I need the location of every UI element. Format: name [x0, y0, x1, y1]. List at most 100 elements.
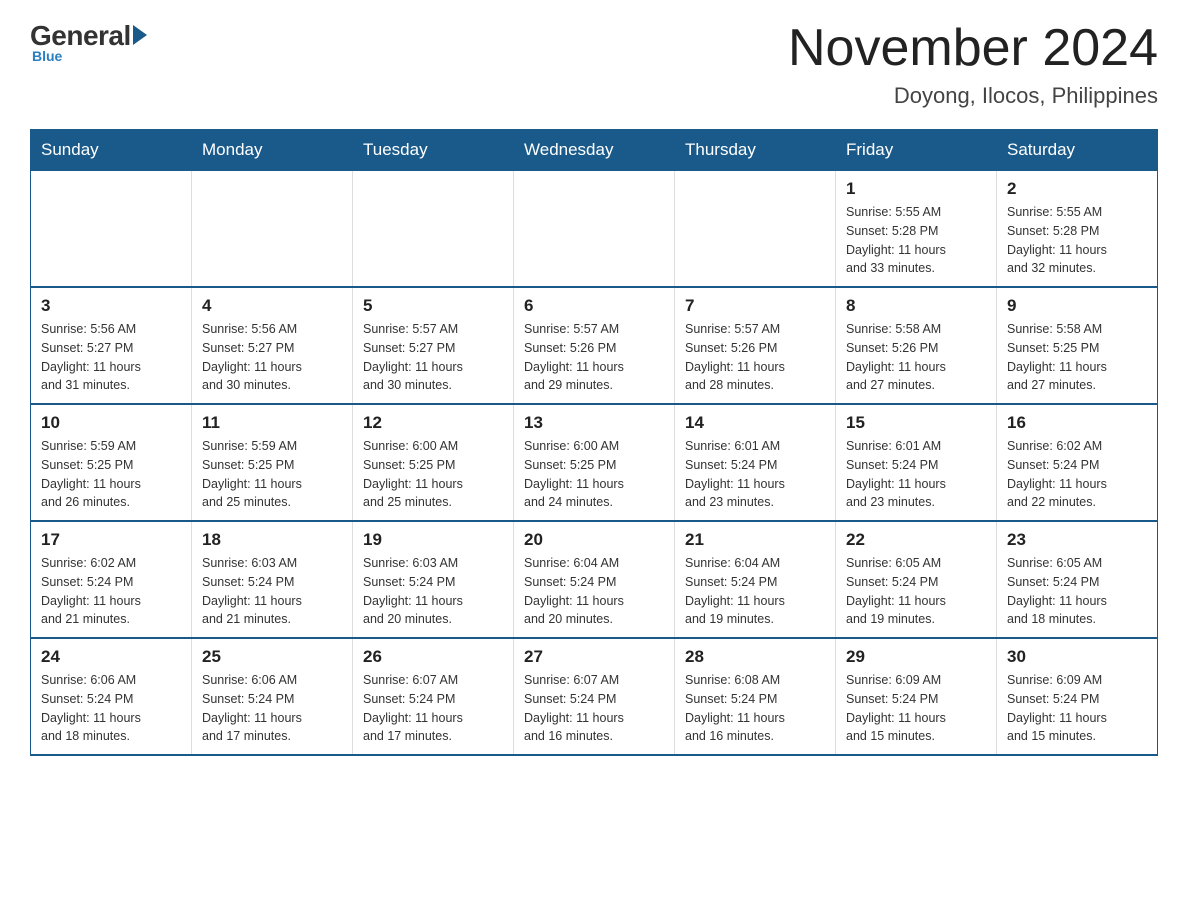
calendar-cell: 23 Sunrise: 6:05 AMSunset: 5:24 PMDayligh…	[997, 521, 1158, 638]
day-info: Sunrise: 5:57 AMSunset: 5:26 PMDaylight:…	[524, 320, 664, 395]
calendar-cell: 26 Sunrise: 6:07 AMSunset: 5:24 PMDayligh…	[353, 638, 514, 755]
calendar-week-row: 10 Sunrise: 5:59 AMSunset: 5:25 PMDayligh…	[31, 404, 1158, 521]
day-info: Sunrise: 5:56 AMSunset: 5:27 PMDaylight:…	[202, 320, 342, 395]
calendar-cell: 6 Sunrise: 5:57 AMSunset: 5:26 PMDaylight…	[514, 287, 675, 404]
weekday-header-monday: Monday	[192, 130, 353, 171]
day-number: 26	[363, 647, 503, 667]
calendar-week-row: 24 Sunrise: 6:06 AMSunset: 5:24 PMDayligh…	[31, 638, 1158, 755]
logo: General Blue	[30, 20, 147, 64]
day-number: 27	[524, 647, 664, 667]
calendar-cell: 3 Sunrise: 5:56 AMSunset: 5:27 PMDaylight…	[31, 287, 192, 404]
day-number: 3	[41, 296, 181, 316]
day-info: Sunrise: 6:04 AMSunset: 5:24 PMDaylight:…	[524, 554, 664, 629]
calendar-cell: 18 Sunrise: 6:03 AMSunset: 5:24 PMDayligh…	[192, 521, 353, 638]
weekday-header-friday: Friday	[836, 130, 997, 171]
day-info: Sunrise: 6:05 AMSunset: 5:24 PMDaylight:…	[846, 554, 986, 629]
calendar-cell: 21 Sunrise: 6:04 AMSunset: 5:24 PMDayligh…	[675, 521, 836, 638]
calendar-cell: 13Sunrise: 6:00 AMSunset: 5:25 PMDayligh…	[514, 404, 675, 521]
day-number: 28	[685, 647, 825, 667]
calendar-cell	[31, 171, 192, 288]
day-info: Sunrise: 6:04 AMSunset: 5:24 PMDaylight:…	[685, 554, 825, 629]
logo-blue-text: Blue	[32, 48, 62, 64]
day-number: 23	[1007, 530, 1147, 550]
day-number: 25	[202, 647, 342, 667]
calendar-cell: 1 Sunrise: 5:55 AMSunset: 5:28 PMDaylight…	[836, 171, 997, 288]
calendar-cell: 28Sunrise: 6:08 AMSunset: 5:24 PMDayligh…	[675, 638, 836, 755]
calendar-cell	[192, 171, 353, 288]
title-section: November 2024 Doyong, Ilocos, Philippine…	[788, 20, 1158, 109]
day-number: 22	[846, 530, 986, 550]
day-info: Sunrise: 6:02 AMSunset: 5:24 PMDaylight:…	[41, 554, 181, 629]
day-number: 21	[685, 530, 825, 550]
weekday-header-thursday: Thursday	[675, 130, 836, 171]
calendar-cell: 4 Sunrise: 5:56 AMSunset: 5:27 PMDaylight…	[192, 287, 353, 404]
day-info: Sunrise: 6:05 AMSunset: 5:24 PMDaylight:…	[1007, 554, 1147, 629]
day-number: 4	[202, 296, 342, 316]
day-number: 6	[524, 296, 664, 316]
day-number: 18	[202, 530, 342, 550]
day-info: Sunrise: 5:55 AMSunset: 5:28 PMDaylight:…	[846, 203, 986, 278]
calendar-table: SundayMondayTuesdayWednesdayThursdayFrid…	[30, 129, 1158, 756]
day-number: 8	[846, 296, 986, 316]
day-info: Sunrise: 6:07 AMSunset: 5:24 PMDaylight:…	[363, 671, 503, 746]
calendar-cell: 30 Sunrise: 6:09 AMSunset: 5:24 PMDayligh…	[997, 638, 1158, 755]
day-info: Sunrise: 6:06 AMSunset: 5:24 PMDaylight:…	[202, 671, 342, 746]
calendar-cell: 25 Sunrise: 6:06 AMSunset: 5:24 PMDayligh…	[192, 638, 353, 755]
calendar-cell	[353, 171, 514, 288]
day-info: Sunrise: 6:00 AMSunset: 5:25 PMDaylight:…	[363, 437, 503, 512]
calendar-cell: 9Sunrise: 5:58 AMSunset: 5:25 PMDaylight…	[997, 287, 1158, 404]
weekday-header-wednesday: Wednesday	[514, 130, 675, 171]
weekday-header-sunday: Sunday	[31, 130, 192, 171]
day-number: 19	[363, 530, 503, 550]
calendar-cell: 14 Sunrise: 6:01 AMSunset: 5:24 PMDayligh…	[675, 404, 836, 521]
calendar-cell: 22 Sunrise: 6:05 AMSunset: 5:24 PMDayligh…	[836, 521, 997, 638]
calendar-cell: 24 Sunrise: 6:06 AMSunset: 5:24 PMDayligh…	[31, 638, 192, 755]
day-info: Sunrise: 5:57 AMSunset: 5:26 PMDaylight:…	[685, 320, 825, 395]
day-number: 20	[524, 530, 664, 550]
day-info: Sunrise: 5:56 AMSunset: 5:27 PMDaylight:…	[41, 320, 181, 395]
calendar-cell: 7 Sunrise: 5:57 AMSunset: 5:26 PMDaylight…	[675, 287, 836, 404]
location-text: Doyong, Ilocos, Philippines	[788, 83, 1158, 109]
calendar-cell: 20 Sunrise: 6:04 AMSunset: 5:24 PMDayligh…	[514, 521, 675, 638]
day-info: Sunrise: 6:02 AMSunset: 5:24 PMDaylight:…	[1007, 437, 1147, 512]
day-number: 24	[41, 647, 181, 667]
calendar-cell	[514, 171, 675, 288]
logo-arrow-icon	[133, 25, 147, 45]
day-number: 12	[363, 413, 503, 433]
day-info: Sunrise: 6:09 AMSunset: 5:24 PMDaylight:…	[1007, 671, 1147, 746]
calendar-cell: 15Sunrise: 6:01 AMSunset: 5:24 PMDayligh…	[836, 404, 997, 521]
day-number: 9	[1007, 296, 1147, 316]
calendar-cell	[675, 171, 836, 288]
day-info: Sunrise: 6:06 AMSunset: 5:24 PMDaylight:…	[41, 671, 181, 746]
day-number: 7	[685, 296, 825, 316]
calendar-cell: 8 Sunrise: 5:58 AMSunset: 5:26 PMDaylight…	[836, 287, 997, 404]
day-number: 13	[524, 413, 664, 433]
calendar-cell: 5Sunrise: 5:57 AMSunset: 5:27 PMDaylight…	[353, 287, 514, 404]
calendar-cell: 12 Sunrise: 6:00 AMSunset: 5:25 PMDayligh…	[353, 404, 514, 521]
day-info: Sunrise: 6:01 AMSunset: 5:24 PMDaylight:…	[685, 437, 825, 512]
day-number: 14	[685, 413, 825, 433]
day-number: 10	[41, 413, 181, 433]
day-number: 16	[1007, 413, 1147, 433]
day-number: 1	[846, 179, 986, 199]
day-info: Sunrise: 5:59 AMSunset: 5:25 PMDaylight:…	[41, 437, 181, 512]
day-number: 15	[846, 413, 986, 433]
calendar-cell: 17 Sunrise: 6:02 AMSunset: 5:24 PMDayligh…	[31, 521, 192, 638]
day-number: 17	[41, 530, 181, 550]
month-title: November 2024	[788, 20, 1158, 77]
day-info: Sunrise: 6:09 AMSunset: 5:24 PMDaylight:…	[846, 671, 986, 746]
calendar-cell: 10 Sunrise: 5:59 AMSunset: 5:25 PMDayligh…	[31, 404, 192, 521]
calendar-cell: 29 Sunrise: 6:09 AMSunset: 5:24 PMDayligh…	[836, 638, 997, 755]
calendar-cell: 2Sunrise: 5:55 AMSunset: 5:28 PMDaylight…	[997, 171, 1158, 288]
day-info: Sunrise: 6:03 AMSunset: 5:24 PMDaylight:…	[202, 554, 342, 629]
calendar-cell: 19Sunrise: 6:03 AMSunset: 5:24 PMDayligh…	[353, 521, 514, 638]
calendar-week-row: 17 Sunrise: 6:02 AMSunset: 5:24 PMDayligh…	[31, 521, 1158, 638]
day-info: Sunrise: 5:58 AMSunset: 5:26 PMDaylight:…	[846, 320, 986, 395]
day-info: Sunrise: 5:55 AMSunset: 5:28 PMDaylight:…	[1007, 203, 1147, 278]
calendar-week-row: 3 Sunrise: 5:56 AMSunset: 5:27 PMDaylight…	[31, 287, 1158, 404]
day-info: Sunrise: 5:57 AMSunset: 5:27 PMDaylight:…	[363, 320, 503, 395]
day-number: 30	[1007, 647, 1147, 667]
day-number: 29	[846, 647, 986, 667]
day-number: 11	[202, 413, 342, 433]
weekday-header-row: SundayMondayTuesdayWednesdayThursdayFrid…	[31, 130, 1158, 171]
